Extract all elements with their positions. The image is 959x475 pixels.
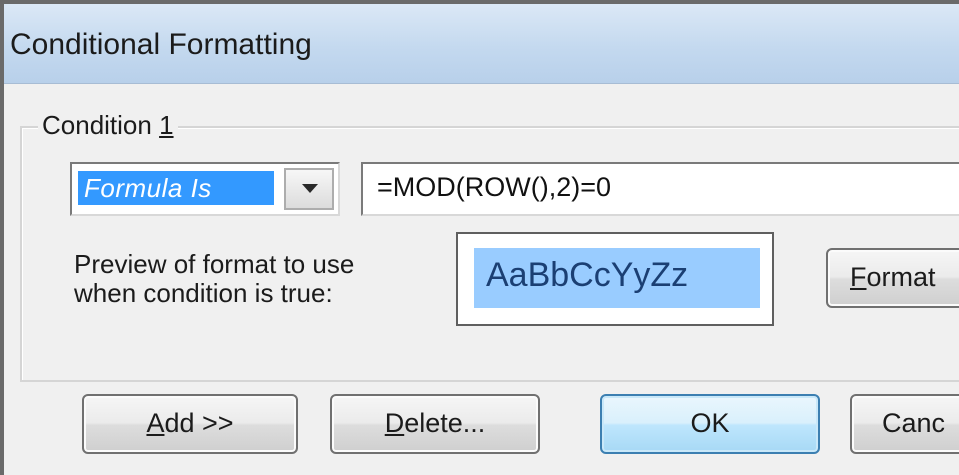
condition-group-label: Condition 1	[38, 110, 178, 141]
format-button[interactable]: Format	[826, 248, 959, 308]
dropdown-button[interactable]	[284, 168, 334, 210]
add-label-rest: dd >>	[164, 408, 234, 438]
preview-label: Preview of format to use when condition …	[74, 250, 454, 308]
add-mnemonic: A	[146, 408, 165, 438]
condition-label-prefix: Condition	[42, 110, 160, 140]
format-mnemonic: F	[850, 262, 867, 292]
format-preview-box: AaBbCcYyZz	[456, 232, 774, 326]
condition-type-value: Formula Is	[78, 171, 274, 205]
chevron-down-icon	[302, 184, 318, 193]
ok-button[interactable]: OK	[600, 394, 820, 454]
title-bar[interactable]: Conditional Formatting	[4, 4, 959, 84]
add-button[interactable]: Add >>	[82, 394, 298, 454]
window-title: Conditional Formatting	[10, 28, 312, 61]
delete-mnemonic: D	[384, 408, 405, 438]
formula-input[interactable]: =MOD(ROW(),2)=0	[361, 162, 959, 216]
format-preview-sample: AaBbCcYyZz	[474, 248, 760, 308]
condition-label-number: 1	[159, 110, 174, 140]
delete-label-rest: elete...	[404, 408, 486, 438]
dialog-body: Condition 1 Formula Is =MOD(ROW(),2)=0 P…	[4, 84, 959, 475]
preview-label-line2: when condition is true:	[74, 278, 333, 308]
conditional-formatting-dialog: Conditional Formatting Condition 1 Formu…	[0, 0, 959, 475]
preview-label-line1: Preview of format to use	[74, 249, 355, 279]
delete-button[interactable]: Delete...	[330, 394, 540, 454]
format-label-rest: ormat	[866, 262, 936, 292]
cancel-button[interactable]: Canc	[850, 394, 959, 454]
condition-type-select[interactable]: Formula Is	[70, 162, 340, 216]
